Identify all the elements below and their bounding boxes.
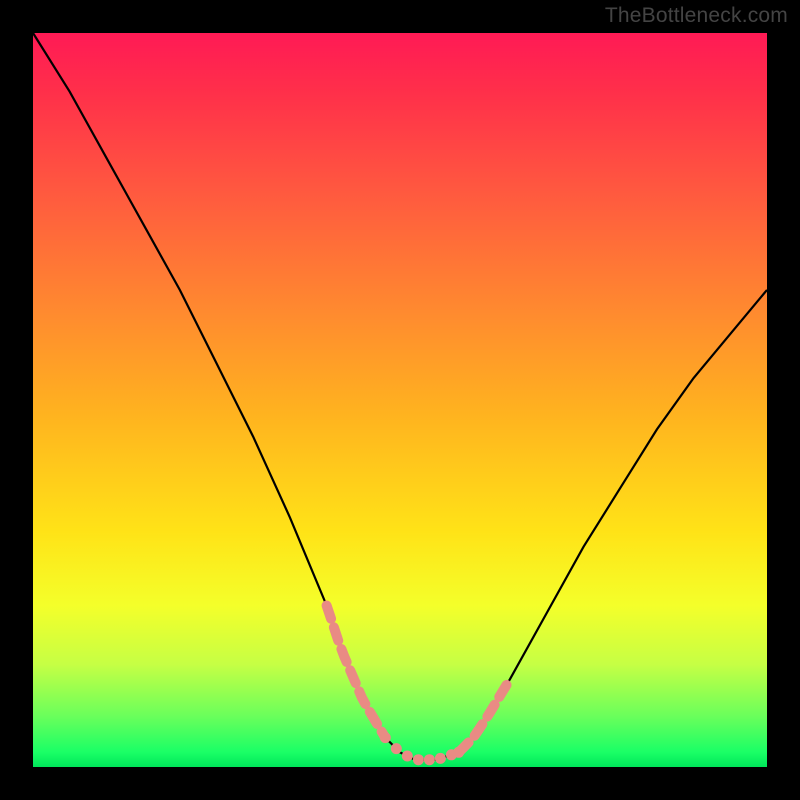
bottleneck-curve — [33, 33, 767, 760]
watermark-text: TheBottleneck.com — [605, 4, 788, 28]
highlight-dot — [391, 743, 402, 754]
chart-frame: TheBottleneck.com — [0, 0, 800, 800]
plot-area — [33, 33, 767, 767]
highlight-bottom-dots — [380, 732, 464, 765]
highlight-dot — [380, 732, 391, 743]
highlight-dot — [435, 753, 446, 764]
highlight-dot — [413, 754, 424, 765]
highlight-dot — [453, 747, 464, 758]
highlight-dot — [424, 754, 435, 765]
highlight-right — [459, 679, 510, 752]
highlight-dot — [402, 751, 413, 762]
plot-svg — [33, 33, 767, 767]
highlight-left — [327, 606, 386, 738]
